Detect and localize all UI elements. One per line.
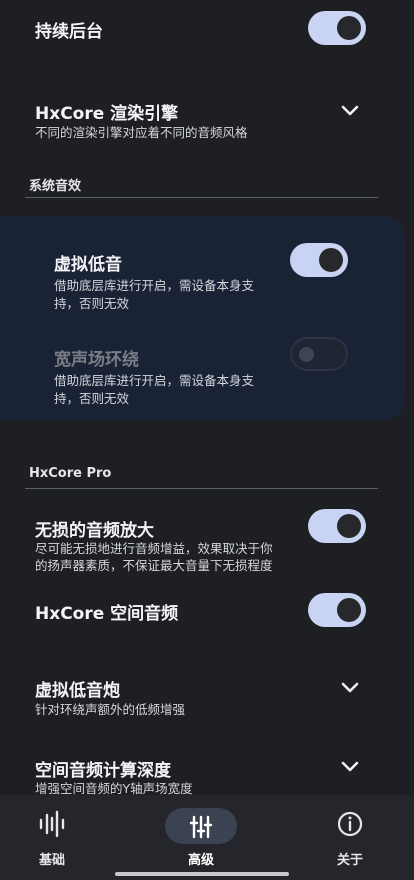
spatial-audio-title: HxCore 空间音频 (35, 604, 179, 624)
system-audio-section-label: 系统音效 (29, 179, 82, 194)
nav-about[interactable]: 关于 (318, 809, 382, 868)
virtual-subwoofer-title: 虚拟低音炮 (35, 681, 120, 701)
info-icon (337, 811, 363, 837)
spatial-audio-toggle[interactable] (308, 593, 366, 627)
chevron-down-icon[interactable] (338, 754, 362, 778)
lossless-amp-toggle[interactable] (308, 509, 366, 543)
virtual-bass-desc-line1: 借助底层库进行开启，需设备本身支 (54, 278, 255, 293)
toggle-knob (337, 16, 361, 40)
spatial-depth-title: 空间音频计算深度 (35, 761, 171, 781)
lossless-amp-title: 无损的音频放大 (35, 521, 154, 541)
system-audio-card: 虚拟低音 借助底层库进行开启，需设备本身支 持，否则无效 宽声场环绕 借助底层库… (0, 216, 406, 421)
nav-basic-label: 基础 (38, 853, 65, 868)
virtual-bass-title: 虚拟低音 (54, 255, 122, 275)
toggle-knob (337, 514, 361, 538)
chevron-down-icon[interactable] (338, 675, 362, 699)
keep-background-title: 持续后台 (35, 22, 103, 42)
wide-stage-title: 宽声场环绕 (54, 350, 139, 370)
lossless-amp-desc-line1: 尽可能无损地进行音频增益，效果取决于你 (35, 541, 273, 556)
toggle-knob (319, 248, 343, 272)
sliders-icon (189, 815, 213, 839)
section-divider (25, 197, 378, 198)
hxcore-pro-section-label: HxCore Pro (29, 466, 112, 481)
toggle-knob (299, 347, 314, 362)
lossless-amp-desc-line2: 的扬声器素质，不保证最大音量下无损程度 (35, 558, 273, 573)
toggle-knob (337, 598, 361, 622)
nav-advanced-label: 高级 (187, 853, 214, 868)
virtual-subwoofer-desc: 针对环绕声额外的低频增强 (35, 702, 186, 717)
nav-basic[interactable]: 基础 (20, 809, 84, 868)
wide-stage-toggle[interactable] (290, 337, 348, 371)
bottom-navigation: 基础 高级 关于 (0, 795, 414, 880)
equalizer-bars-icon (39, 810, 65, 838)
hxcore-engine-desc: 不同的渲染引擎对应着不同的音频风格 (35, 125, 248, 140)
wide-stage-desc-line1: 借助底层库进行开启，需设备本身支 (54, 373, 255, 388)
nav-about-label: 关于 (336, 853, 363, 868)
keep-background-toggle[interactable] (308, 11, 366, 45)
hxcore-engine-title: HxCore 渲染引擎 (35, 104, 179, 124)
virtual-bass-desc-line2: 持，否则无效 (54, 296, 130, 311)
virtual-bass-toggle[interactable] (290, 243, 348, 277)
chevron-down-icon[interactable] (338, 98, 362, 122)
wide-stage-desc-line2: 持，否则无效 (54, 391, 130, 406)
nav-advanced[interactable]: 高级 (169, 809, 233, 868)
home-indicator (115, 872, 289, 876)
section-divider (25, 488, 378, 489)
